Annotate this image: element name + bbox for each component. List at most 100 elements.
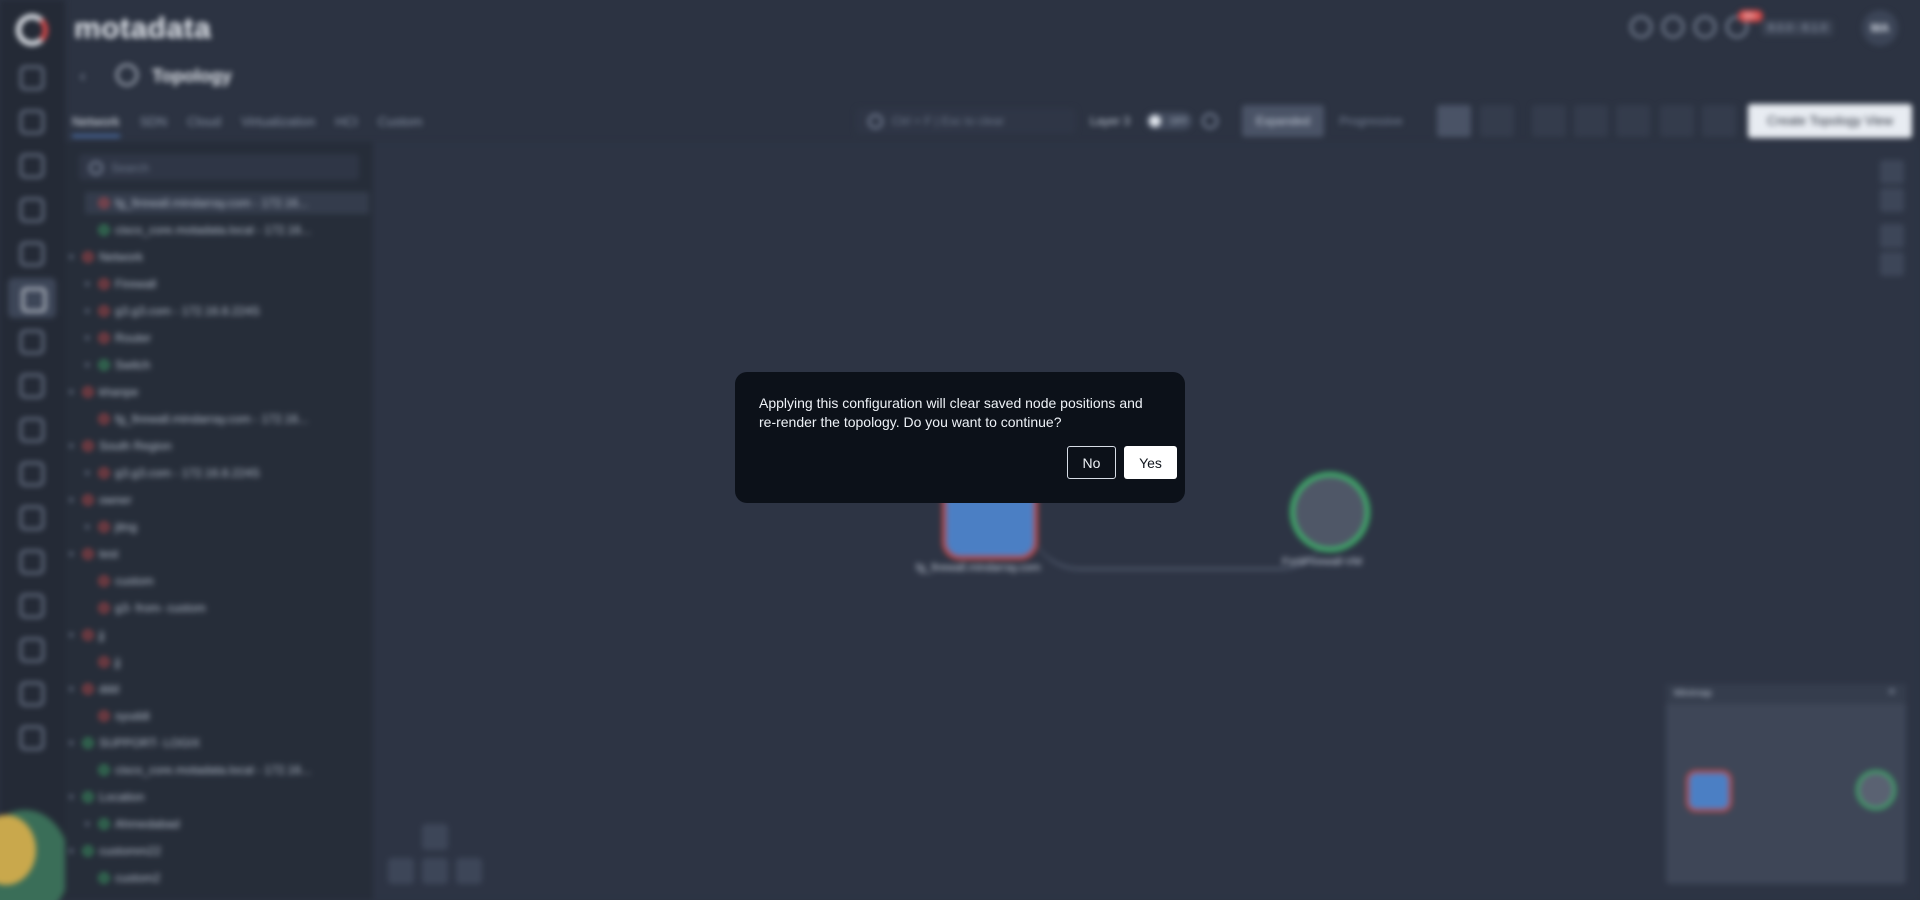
tree-row-label: syuddi bbox=[115, 709, 150, 723]
chevron-down-icon[interactable]: ▾ bbox=[85, 360, 93, 371]
tree-row[interactable]: custom2 bbox=[85, 867, 369, 889]
expanded-button[interactable]: Expanded bbox=[1242, 105, 1324, 137]
progressive-button[interactable]: Progressive bbox=[1326, 105, 1416, 137]
tree-row[interactable]: ▾ Firewall bbox=[85, 273, 369, 295]
tab-cloud[interactable]: Cloud bbox=[187, 114, 221, 137]
tab-hci[interactable]: HCI bbox=[335, 114, 357, 137]
pan-up-icon[interactable] bbox=[422, 824, 448, 850]
chevron-down-icon[interactable]: ▾ bbox=[85, 279, 93, 290]
pan-right-icon[interactable] bbox=[456, 858, 482, 884]
chevron-down-icon[interactable]: ▾ bbox=[69, 495, 77, 506]
tree-row[interactable]: ▾ Ahmedabad bbox=[85, 813, 369, 835]
zoom-in-icon[interactable] bbox=[1880, 224, 1904, 248]
pan-left-icon[interactable] bbox=[388, 858, 414, 884]
create-topology-view-button[interactable]: Create Topology View bbox=[1748, 104, 1912, 138]
tree-row[interactable]: ▾ g3.g3.com - 172.16.8.224S bbox=[85, 462, 369, 484]
chevron-down-icon[interactable]: ▾ bbox=[85, 522, 93, 533]
tree-row[interactable]: ▾ owner bbox=[69, 489, 369, 511]
chevron-down-icon[interactable]: ▾ bbox=[85, 333, 93, 344]
chevron-down-icon[interactable]: ▾ bbox=[85, 468, 93, 479]
avatar[interactable]: MA bbox=[1862, 10, 1898, 46]
back-arrow-icon[interactable]: ‹ bbox=[80, 68, 85, 86]
dashboard-icon[interactable] bbox=[20, 66, 44, 90]
tree-row[interactable]: ▾ jitng bbox=[85, 516, 369, 538]
hierarchy-icon[interactable] bbox=[1480, 105, 1514, 137]
tab-network[interactable]: Network bbox=[72, 114, 120, 137]
minimap[interactable]: Minimap ✕ bbox=[1666, 684, 1906, 884]
tree-row[interactable]: cisco_core.motadata.local - 172.16... bbox=[85, 759, 369, 781]
no-button[interactable]: No bbox=[1067, 446, 1116, 479]
tree-row[interactable]: fg_firewall.mindarray.com - 172.16... bbox=[85, 408, 369, 430]
tree-row[interactable]: ▾ khanpe bbox=[69, 381, 369, 403]
forti-node[interactable] bbox=[1290, 472, 1370, 552]
tree-row[interactable]: ▾ Switch bbox=[85, 354, 369, 376]
apm-icon[interactable] bbox=[20, 374, 44, 398]
close-icon[interactable]: ✕ bbox=[1888, 687, 1896, 698]
tree-row[interactable]: ▾ g3.g3.com - 172.16.8.224S bbox=[85, 300, 369, 322]
tree-row[interactable]: fg_firewall.mindarray.com - 172.16... bbox=[85, 192, 369, 214]
fullscreen-icon[interactable] bbox=[1574, 105, 1608, 137]
view-icon[interactable] bbox=[1437, 105, 1471, 137]
tree-row[interactable]: ▾ Network bbox=[69, 246, 369, 268]
status-icon bbox=[99, 198, 109, 208]
zoom-out-icon[interactable] bbox=[1880, 252, 1904, 276]
canvas-search-input[interactable]: Ctrl + F | Esc to clear bbox=[856, 108, 1076, 134]
zoom-reset-icon[interactable] bbox=[1880, 188, 1904, 212]
tree-row[interactable]: syuddi bbox=[85, 705, 369, 727]
chevron-down-icon[interactable]: ▾ bbox=[69, 792, 77, 803]
export-icon[interactable] bbox=[1702, 105, 1736, 137]
chevron-down-icon[interactable]: ▾ bbox=[69, 846, 77, 857]
inventory-icon[interactable] bbox=[20, 110, 44, 134]
zoom-fit-icon[interactable] bbox=[1880, 160, 1904, 184]
refresh-icon[interactable] bbox=[1616, 105, 1650, 137]
layer-toggle[interactable]: OFF bbox=[1146, 112, 1192, 130]
metric-icon[interactable] bbox=[20, 418, 44, 442]
tab-sdn[interactable]: SDN bbox=[140, 114, 167, 137]
notification-badge: 99+ bbox=[1738, 10, 1764, 22]
tree-search-input[interactable]: Search bbox=[79, 154, 359, 180]
chevron-down-icon[interactable]: ▾ bbox=[69, 738, 77, 749]
audit-icon[interactable] bbox=[20, 682, 44, 706]
automation-icon[interactable] bbox=[20, 638, 44, 662]
tree-row[interactable]: ▾ customm22 bbox=[69, 840, 369, 862]
tree-row[interactable]: jj bbox=[85, 651, 369, 673]
chevron-down-icon[interactable]: ▾ bbox=[69, 549, 77, 560]
chevron-down-icon[interactable]: ▾ bbox=[69, 630, 77, 641]
explorer-icon[interactable] bbox=[20, 198, 44, 222]
tree-row[interactable]: ▾ Location bbox=[69, 786, 369, 808]
tree-row[interactable]: custom bbox=[85, 570, 369, 592]
chevron-down-icon[interactable]: ▾ bbox=[85, 819, 93, 830]
tree-row[interactable]: ▾ SUPPORT- LOGIX bbox=[69, 732, 369, 754]
widget-icon[interactable] bbox=[20, 550, 44, 574]
log-icon[interactable] bbox=[20, 242, 44, 266]
tree-row[interactable]: ▾ ddd bbox=[69, 678, 369, 700]
report-icon[interactable] bbox=[20, 462, 44, 486]
netroute-icon[interactable] bbox=[20, 330, 44, 354]
gear-icon[interactable] bbox=[1660, 105, 1694, 137]
settings-icon[interactable] bbox=[1532, 105, 1566, 137]
chat-icon[interactable] bbox=[1694, 16, 1716, 38]
flow-icon[interactable] bbox=[20, 594, 44, 618]
tree-row[interactable]: g3- from- custom bbox=[85, 597, 369, 619]
tab-virtualization[interactable]: Virtualization bbox=[241, 114, 315, 137]
pan-down-icon[interactable] bbox=[422, 858, 448, 884]
settings-icon[interactable] bbox=[20, 726, 44, 750]
tree-row[interactable]: ▾ South Region bbox=[69, 435, 369, 457]
monitor-icon[interactable] bbox=[20, 506, 44, 530]
yes-button[interactable]: Yes bbox=[1124, 446, 1177, 479]
chevron-down-icon[interactable]: ▾ bbox=[69, 684, 77, 695]
chevron-down-icon[interactable]: ▾ bbox=[85, 306, 93, 317]
tree-row[interactable]: cisco_core.motadata.local - 172.16... bbox=[85, 219, 369, 241]
user-add-icon[interactable] bbox=[1662, 16, 1684, 38]
tab-custom[interactable]: Custom bbox=[378, 114, 423, 137]
minimap-node bbox=[1856, 770, 1896, 810]
topology-nav-icon[interactable] bbox=[8, 278, 56, 318]
tree-row[interactable]: ▾ Router bbox=[85, 327, 369, 349]
chevron-down-icon[interactable]: ▾ bbox=[69, 387, 77, 398]
search-icon[interactable] bbox=[1630, 16, 1652, 38]
chevron-down-icon[interactable]: ▾ bbox=[69, 252, 77, 263]
alert-icon[interactable] bbox=[20, 154, 44, 178]
chevron-down-icon[interactable]: ▾ bbox=[69, 441, 77, 452]
tree-row[interactable]: ▾ test bbox=[69, 543, 369, 565]
tree-row[interactable]: ▾ jj bbox=[69, 624, 369, 646]
